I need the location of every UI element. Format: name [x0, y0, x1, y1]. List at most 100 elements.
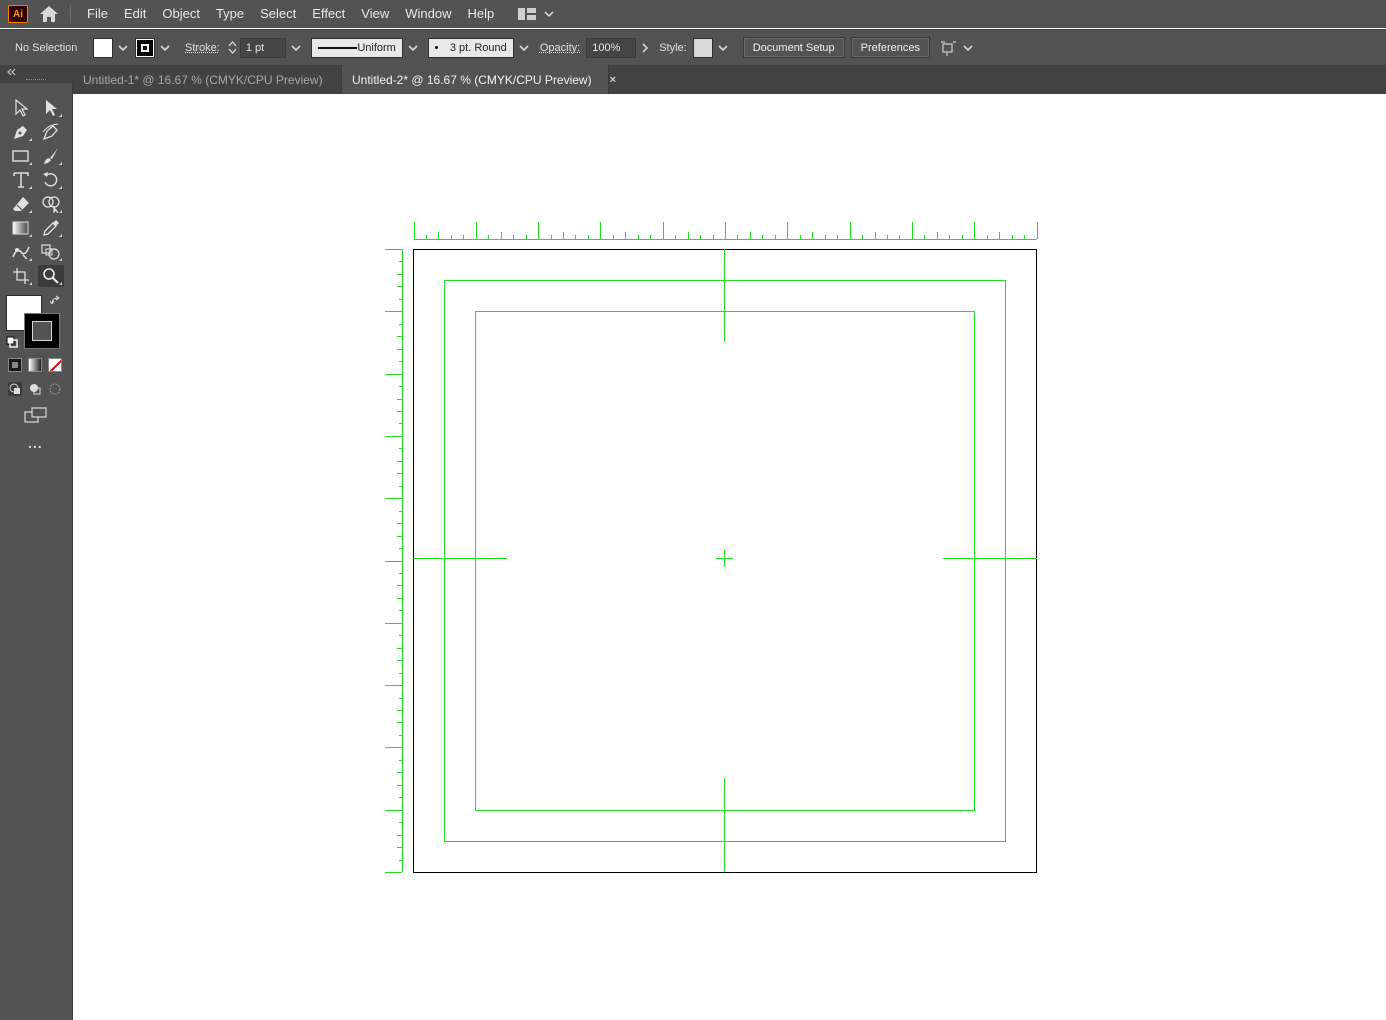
- top-ruler-marks: [413, 222, 1038, 240]
- stroke-line-preview: [317, 46, 358, 49]
- chevron-down-icon[interactable]: [408, 44, 418, 52]
- color-mode-button[interactable]: [8, 358, 22, 372]
- menu-window[interactable]: Window: [397, 0, 459, 28]
- brush-definition[interactable]: 3 pt. Round: [427, 37, 514, 58]
- draw-behind-icon: [30, 384, 41, 395]
- paintbrush-tool[interactable]: [38, 145, 64, 167]
- menu-effect[interactable]: Effect: [304, 0, 353, 28]
- pen-icon: [14, 126, 27, 139]
- edit-toolbar-button[interactable]: ...: [28, 435, 43, 451]
- left-ruler-marks: [385, 249, 403, 873]
- graphic-style-swatch[interactable]: [692, 37, 713, 58]
- chevron-down-icon[interactable]: [718, 44, 728, 52]
- artboard-drawing: [385, 222, 1038, 873]
- pen-tool[interactable]: [8, 121, 34, 143]
- menu-help[interactable]: Help: [459, 0, 502, 28]
- type-tool[interactable]: [8, 169, 34, 191]
- none-mode-button[interactable]: [48, 358, 62, 372]
- menu-edit[interactable]: Edit: [116, 0, 154, 28]
- opacity-field[interactable]: 100%: [586, 37, 637, 58]
- chevron-down-icon[interactable]: [228, 48, 237, 54]
- brush-dot-icon: [434, 46, 438, 49]
- eyedropper-tool[interactable]: [38, 217, 64, 239]
- chevron-down-icon[interactable]: [118, 44, 128, 52]
- rotate-tool[interactable]: [38, 169, 64, 191]
- stroke-label[interactable]: Stroke:: [185, 42, 220, 54]
- selection-status: No Selection: [15, 41, 78, 54]
- stroke-swatch[interactable]: [135, 37, 155, 58]
- zoom-tool[interactable]: [38, 265, 64, 287]
- brush-label: 3 pt. Round: [449, 41, 507, 54]
- menu-object[interactable]: Object: [154, 0, 208, 28]
- chevron-down-icon[interactable]: [963, 44, 973, 52]
- curvature-pen-icon: [42, 123, 59, 141]
- draw-inside-icon: [49, 383, 61, 395]
- opacity-label[interactable]: Opacity:: [540, 42, 580, 54]
- draw-inside-button[interactable]: [48, 382, 62, 396]
- arrange-documents-icon[interactable]: [940, 40, 958, 56]
- screen-mode-icon[interactable]: [24, 407, 48, 423]
- artboard-tool[interactable]: [8, 265, 34, 287]
- menu-select[interactable]: Select: [252, 0, 304, 28]
- chevron-up-icon[interactable]: [228, 41, 237, 47]
- eraser-icon: [13, 197, 29, 211]
- menu-bar: Ai File Edit Object Type Select Effect V…: [0, 0, 1386, 28]
- canvas-area[interactable]: [74, 94, 1386, 1020]
- menu-divider: [70, 5, 71, 23]
- eraser-tool[interactable]: [8, 193, 34, 215]
- stroke-color-box[interactable]: [24, 313, 60, 349]
- workspace-layout-icon: [518, 8, 537, 20]
- type-icon: [13, 172, 29, 188]
- paintbrush-icon: [44, 148, 58, 164]
- stroke-stepper[interactable]: [228, 41, 237, 54]
- menu-type[interactable]: Type: [208, 0, 252, 28]
- shape-builder-tool[interactable]: [38, 193, 64, 215]
- blend-icon: [41, 244, 60, 260]
- fill-swatch[interactable]: [93, 37, 113, 58]
- variable-width-profile[interactable]: Uniform: [310, 37, 403, 58]
- preferences-button[interactable]: Preferences: [850, 37, 930, 58]
- curvature-tool[interactable]: [38, 121, 64, 143]
- rectangle-tool[interactable]: [8, 145, 34, 167]
- tab-label: Untitled-2* @ 16.67 % (CMYK/CPU Preview): [352, 72, 592, 87]
- tab-label: Untitled-1* @ 16.67 % (CMYK/CPU Preview): [83, 72, 323, 87]
- drag-handle[interactable]: [26, 79, 46, 81]
- document-setup-button[interactable]: Document Setup: [742, 37, 845, 58]
- chevron-down-icon[interactable]: [160, 44, 170, 52]
- rotate-icon: [43, 172, 58, 187]
- chevron-down-icon[interactable]: [291, 44, 301, 52]
- draw-normal-button[interactable]: [8, 382, 22, 396]
- direct-selection-tool[interactable]: [38, 97, 64, 119]
- gradient-tool[interactable]: [8, 217, 34, 239]
- zoom-magnifier-icon: [43, 268, 59, 284]
- tab-untitled-2[interactable]: Untitled-2* @ 16.67 % (CMYK/CPU Preview)…: [341, 65, 616, 94]
- illustrator-logo: Ai: [8, 5, 28, 23]
- puppet-warp-tool[interactable]: [8, 241, 34, 263]
- draw-normal-icon: [9, 383, 20, 394]
- profile-label: Uniform: [357, 41, 396, 54]
- artboard-icon: [13, 268, 29, 284]
- menu-file[interactable]: File: [79, 0, 116, 28]
- chevron-right-icon[interactable]: [642, 42, 649, 53]
- chevron-down-icon[interactable]: [519, 44, 529, 52]
- workspace-switcher[interactable]: [518, 8, 554, 20]
- swap-fill-stroke-icon[interactable]: [50, 295, 62, 307]
- blend-tool[interactable]: [38, 241, 64, 263]
- style-label: Style:: [659, 41, 687, 54]
- selection-tool[interactable]: [8, 97, 34, 119]
- menu-view[interactable]: View: [353, 0, 397, 28]
- stroke-weight-field[interactable]: 1 pt: [239, 37, 286, 58]
- home-button[interactable]: [38, 4, 60, 24]
- rectangle-icon: [12, 150, 29, 162]
- eyedropper-icon: [43, 220, 59, 236]
- shape-builder-icon: [42, 196, 60, 213]
- close-icon[interactable]: ×: [610, 74, 616, 86]
- toolbar-grip[interactable]: [0, 65, 73, 83]
- gradient-mode-button[interactable]: [28, 358, 42, 372]
- draw-behind-button[interactable]: [28, 382, 42, 396]
- collapse-icon[interactable]: [6, 68, 16, 76]
- puppet-warp-icon: [12, 246, 30, 260]
- tab-untitled-1[interactable]: Untitled-1* @ 16.67 % (CMYK/CPU Preview)…: [73, 65, 347, 94]
- default-fill-stroke-icon[interactable]: [6, 336, 18, 348]
- chevron-down-icon: [544, 11, 554, 18]
